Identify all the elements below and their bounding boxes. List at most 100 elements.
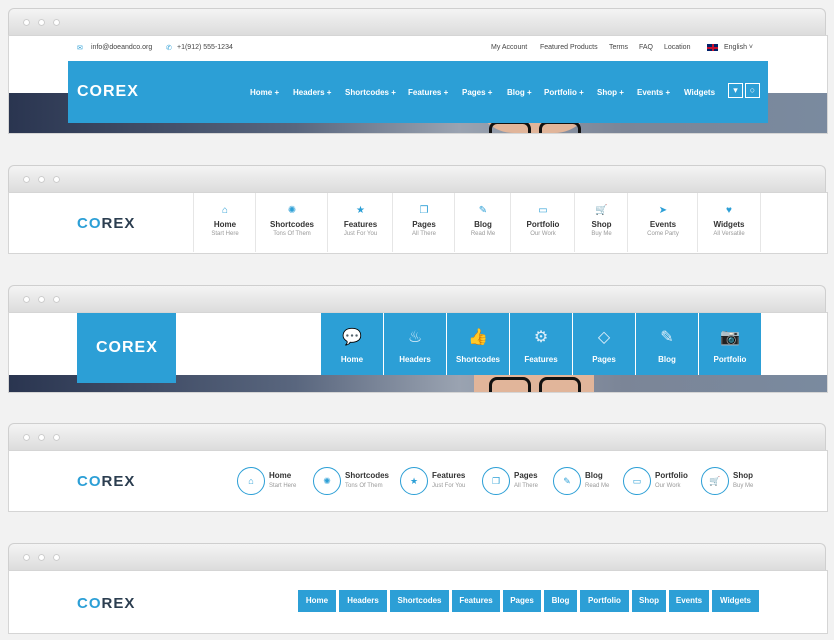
home-icon: ⌂ [221,205,229,216]
search-icon[interactable]: ○ [745,83,760,98]
header-layout-1: ✉ info@doeandco.org ✆ +1(912) 555-1234 M… [8,35,828,134]
nav-label: Pages [514,471,538,480]
logo-block[interactable]: COREX [77,313,176,383]
link-featured-products[interactable]: Featured Products [540,44,598,51]
header-layout-5: COREX Home Headers Shortcodes Features Pages… [8,570,828,634]
nav-label: Features [432,471,466,480]
nav-label: Pages [412,220,436,229]
nav-pages[interactable]: ❐ Pages All There [392,193,455,252]
nav-features[interactable]: ★ Features Just For You [327,193,393,252]
nav-shop[interactable]: Shop + [597,88,624,97]
nav-shortcodes[interactable]: ✺ Shortcodes Tons Of Them [255,193,328,252]
pencil-icon: ✎ [553,467,581,495]
logo[interactable]: COREX [77,595,135,612]
nav-pages[interactable]: ◇ Pages [572,313,635,375]
nav-home[interactable]: 💬 Home [320,313,383,375]
nav-pages-button[interactable]: Pages [503,590,541,612]
nav-events[interactable]: ➤ Events Come Party [627,193,698,252]
nav-label: Blog [658,355,676,364]
speech-bubble-icon: 💬 [342,329,362,346]
nav-blog[interactable]: ✎ Blog Read Me [454,193,511,252]
nav-shortcodes[interactable]: Shortcodes + [345,88,396,97]
language-selector[interactable]: English ˅ [724,44,753,51]
nav-home-button[interactable]: Home [298,590,336,612]
nav-shop[interactable]: 🛒 Shop Buy Me [574,193,628,252]
nav-sublabel: Our Work [530,231,556,237]
nav-shortcodes[interactable]: 👍 Shortcodes [446,313,509,375]
nav-blog-button[interactable]: Blog [544,590,577,612]
email-text[interactable]: info@doeandco.org [91,44,152,51]
nav-sublabel: Read Me [585,483,610,489]
nav-sublabel: Start Here [269,483,297,489]
nav-label: Features [343,220,378,229]
nav-pages[interactable]: Pages + [462,88,492,97]
nav-headers-button[interactable]: Headers [339,590,387,612]
link-location[interactable]: Location [664,44,690,51]
header-layout-3: COREX 💬 Home ♨ Headers 👍 Shortcodes ⚙ Features ◇… [8,312,828,393]
home-icon: ⌂ [237,467,265,495]
star-icon: ★ [400,467,428,495]
nav-events-button[interactable]: Events [669,590,709,612]
nav-portfolio[interactable]: Portfolio + [544,88,584,97]
logo[interactable]: COREX [77,473,135,490]
nav-portfolio[interactable]: 📷 Portfolio [698,313,761,375]
nav-widgets[interactable]: Widgets [684,88,715,97]
nav-features-button[interactable]: Features [452,590,500,612]
window-dots [23,19,60,26]
link-faq[interactable]: FAQ [639,44,653,51]
location-arrow-icon: ➤ [658,205,668,216]
nav-label: Headers [399,355,431,364]
nav-label: Shortcodes [345,471,390,480]
nav-features[interactable]: ⚙ Features [509,313,572,375]
nav-widgets[interactable]: ♥ Widgets All Versatile [697,193,761,252]
thumbs-up-icon: 👍 [468,329,488,346]
nav-label: Portfolio [655,471,688,480]
browser-chrome-5 [8,543,826,570]
gear-icon: ✺ [287,205,297,216]
nav-label: Blog [585,471,603,480]
link-terms[interactable]: Terms [609,44,628,51]
nav-widgets-button[interactable]: Widgets [712,590,759,612]
nav-shortcodes-button[interactable]: Shortcodes [390,590,449,612]
diamond-icon: ◇ [597,329,611,346]
cart-icon[interactable]: ▾ [728,83,743,98]
nav-label: Blog [474,220,492,229]
nav-home[interactable]: ⌂ Home Start Here [193,193,256,252]
nav-label: Shop [733,471,753,480]
gear-icon: ✺ [313,467,341,495]
nav-label: Features [524,355,558,364]
phone-text: +1(912) 555-1234 [177,44,233,51]
nav-label: Pages [592,355,616,364]
link-my-account[interactable]: My Account [491,44,527,51]
nav-sublabel: Read Me [470,231,496,237]
header-layout-4: COREX ⌂ Home Start Here ✺ Shortcodes Tons Of … [8,450,828,512]
nav-label: Home [213,220,237,229]
nav-sublabel: Come Party [647,231,679,237]
nav-sublabel: Buy Me [591,231,612,237]
nav-features[interactable]: Features + [408,88,448,97]
nav-headers[interactable]: Headers + [293,88,331,97]
nav-sublabel: All Versatile [713,231,745,237]
nav-sublabel: Our Work [655,483,681,489]
nav-blog[interactable]: ✎ Blog [635,313,698,375]
logo[interactable]: COREX [77,215,135,232]
browser-chrome-4 [8,423,826,450]
nav-sublabel: All There [514,483,538,489]
uk-flag-icon [707,44,718,51]
nav-label: Shortcodes [269,220,314,229]
nav-sublabel: Tons Of Them [345,483,383,489]
nav-home[interactable]: Home + [250,88,279,97]
nav-shop-button[interactable]: Shop [632,590,666,612]
star-icon: ★ [356,205,365,216]
logo[interactable]: COREX [77,83,139,101]
logo[interactable]: COREX [96,339,158,357]
nav-events[interactable]: Events + [637,88,670,97]
nav-blog[interactable]: Blog + [507,88,532,97]
nav-label: Home [340,355,364,364]
nav-portfolio-button[interactable]: Portfolio [580,590,629,612]
nav-portfolio[interactable]: ▭ Portfolio Our Work [510,193,575,252]
nav-label: Shortcodes [455,355,500,364]
nav-headers[interactable]: ♨ Headers [383,313,446,375]
nav-label: Portfolio [526,220,560,229]
nav-label: Shop [591,220,612,229]
